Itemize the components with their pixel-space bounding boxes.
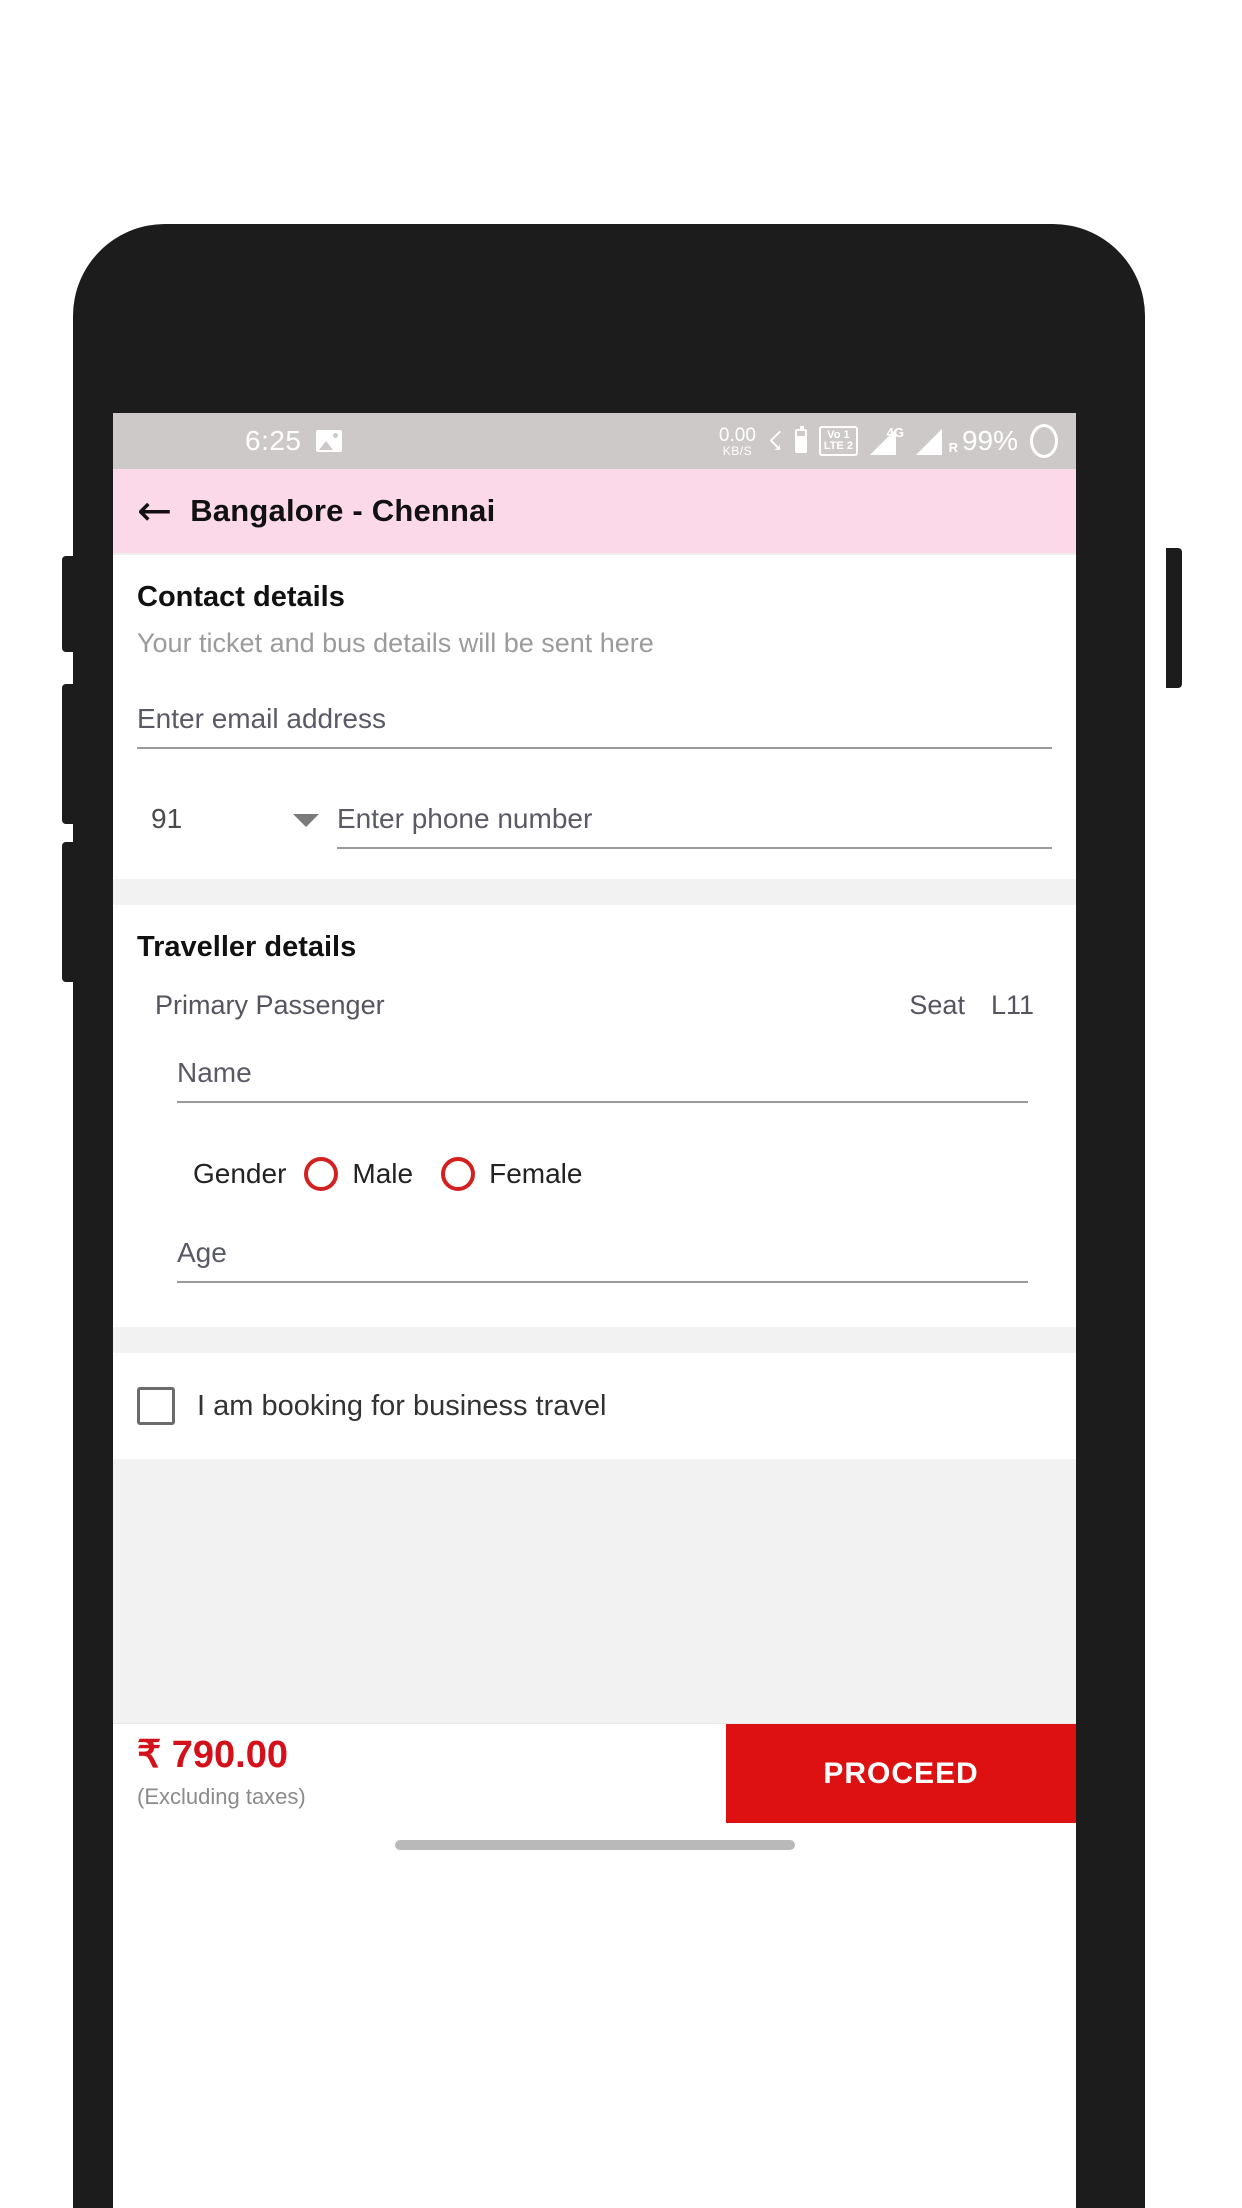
contact-details-card: Contact details Your ticket and bus deta… (113, 555, 1076, 879)
contact-section-title: Contact details (137, 581, 345, 613)
traveller-fields: Name Gender Male Female Age (137, 1057, 1052, 1327)
gender-radio-male[interactable] (304, 1157, 339, 1191)
back-arrow-icon[interactable]: ← (137, 490, 172, 532)
age-placeholder: Age (177, 1237, 227, 1268)
bottom-bar: ₹ 790.00 (Excluding taxes) PROCEED (113, 1723, 1076, 1823)
section-divider-1 (113, 879, 1076, 905)
email-placeholder: Enter email address (137, 703, 387, 734)
screenshot-root: 6:25 0.00 KB/S ☇ Vo 1 LTE 2 4G R 99% ← B… (0, 0, 1242, 2208)
bluetooth-battery-icon (794, 426, 807, 453)
name-field[interactable]: Name (177, 1057, 1028, 1113)
passenger-header-row: Primary Passenger Seat L11 (137, 990, 1052, 1021)
phone-button-left-2[interactable] (62, 684, 76, 824)
volte-bottom-label: LTE 2 (823, 440, 853, 452)
data-rate-indicator: 0.00 KB/S (719, 426, 756, 457)
status-time: 6:25 (245, 425, 302, 456)
data-rate-value: 0.00 (718, 424, 756, 446)
section-divider-2 (113, 1327, 1076, 1353)
status-bar: 6:25 0.00 KB/S ☇ Vo 1 LTE 2 4G R 99% (113, 413, 1076, 469)
phone-row: 91 Enter phone number (137, 803, 1052, 849)
page-title: Bangalore - Chennai (190, 493, 496, 528)
data-rate-unit: KB/S (722, 443, 753, 458)
business-travel-card: I am booking for business travel (113, 1353, 1076, 1459)
traveller-details-card: Traveller details Primary Passenger Seat… (113, 905, 1076, 1327)
seat-info: Seat L11 (909, 990, 1034, 1021)
total-price: ₹ 790.00 (137, 1734, 288, 1776)
signal-2-label: R (948, 440, 958, 455)
signal-1-label: 4G (886, 425, 904, 440)
price-note: (Excluding taxes) (137, 1783, 306, 1809)
seat-label: Seat (909, 990, 965, 1020)
image-icon (315, 430, 342, 452)
bluetooth-icon: ☇ (767, 426, 783, 456)
name-placeholder: Name (177, 1057, 252, 1088)
price-block: ₹ 790.00 (Excluding taxes) (113, 1724, 726, 1823)
phone-field[interactable]: Enter phone number (337, 803, 1052, 849)
passenger-label: Primary Passenger (155, 990, 385, 1020)
phone-button-left-3[interactable] (62, 842, 76, 982)
age-underline (177, 1281, 1028, 1283)
gender-label-male[interactable]: Male (352, 1158, 413, 1190)
gender-label: Gender (193, 1158, 287, 1189)
phone-screen: 6:25 0.00 KB/S ☇ Vo 1 LTE 2 4G R 99% ← B… (113, 413, 1076, 2208)
proceed-button[interactable]: PROCEED (726, 1724, 1076, 1823)
app-bar: ← Bangalore - Chennai (113, 469, 1076, 555)
phone-button-left-1[interactable] (62, 556, 76, 652)
name-underline (177, 1101, 1028, 1103)
status-bar-right: 0.00 KB/S ☇ Vo 1 LTE 2 4G R 99% (719, 424, 1058, 458)
chevron-down-icon (293, 814, 319, 827)
gesture-handle[interactable] (394, 1840, 795, 1850)
battery-ring-icon (1030, 424, 1058, 458)
country-code-select[interactable]: 91 (137, 803, 337, 849)
system-nav-bar (113, 1823, 1076, 1867)
empty-area (113, 1459, 1076, 1723)
age-field[interactable]: Age (177, 1237, 1028, 1293)
signal-icon-sim1: 4G (869, 425, 904, 455)
business-travel-label: I am booking for business travel (197, 1389, 607, 1422)
phone-placeholder: Enter phone number (337, 803, 593, 834)
email-field[interactable]: Enter email address (137, 703, 1052, 759)
gender-row: Gender Male Female (177, 1157, 1028, 1191)
signal-bars-2 (915, 429, 942, 455)
volte-icon: Vo 1 LTE 2 (818, 426, 858, 456)
gender-radio-female[interactable] (441, 1157, 476, 1191)
contact-section-subtitle: Your ticket and bus details will be sent… (137, 628, 654, 658)
seat-number: L11 (990, 990, 1034, 1020)
status-bar-left: 6:25 (245, 425, 342, 457)
business-travel-row[interactable]: I am booking for business travel (113, 1353, 1076, 1459)
business-travel-checkbox[interactable] (137, 1387, 175, 1425)
signal-icon-sim2: R (915, 427, 958, 455)
phone-button-right[interactable] (1166, 548, 1182, 688)
phone-underline (337, 847, 1052, 849)
traveller-section-title: Traveller details (137, 931, 357, 963)
email-underline (137, 747, 1052, 749)
battery-percent: 99% (961, 425, 1018, 456)
gender-label-female[interactable]: Female (489, 1158, 582, 1190)
